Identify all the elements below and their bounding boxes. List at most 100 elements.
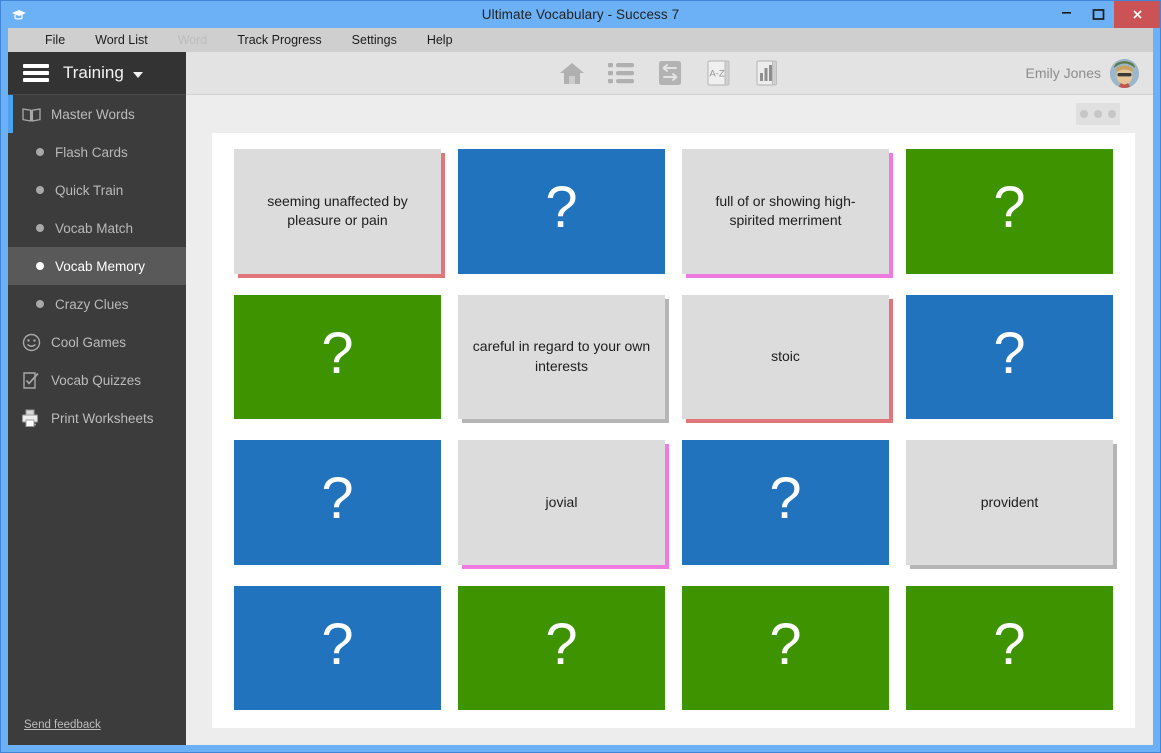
sidebar-item-label: Cool Games xyxy=(51,334,127,350)
minimize-button[interactable] xyxy=(1050,1,1082,28)
memory-card-face-down[interactable]: ? xyxy=(234,294,441,419)
memory-card-text: jovial xyxy=(545,493,578,510)
window-title: Ultimate Vocabulary - Success 7 xyxy=(481,7,680,22)
question-mark-icon: ? xyxy=(545,611,578,677)
menu-word: Word xyxy=(177,33,208,47)
panel-actions xyxy=(186,95,1153,133)
a-z-dictionary-icon[interactable]: A-Z xyxy=(706,60,732,87)
memory-card-text: stoic xyxy=(771,348,800,365)
bullet-icon xyxy=(36,224,44,232)
hamburger-icon[interactable] xyxy=(23,64,49,82)
memory-card-face-up[interactable]: careful in regard to your own interests xyxy=(458,294,665,419)
memory-card-face-down[interactable]: ? xyxy=(906,585,1113,710)
svg-text:A-Z: A-Z xyxy=(709,69,725,80)
memory-card-text: careful in regard to your own interests xyxy=(472,338,651,374)
question-mark-icon: ? xyxy=(321,320,354,386)
sidebar-item-label: Vocab Match xyxy=(55,220,134,236)
top-toolbar: A-Z Emily Jones xyxy=(186,52,1153,95)
sidebar-title: Training xyxy=(63,63,124,82)
menu-bar: File Word List Word Track Progress Setti… xyxy=(8,28,1153,52)
dot-icon xyxy=(1080,110,1088,118)
memory-card-face-down[interactable]: ? xyxy=(682,440,889,565)
window-controls xyxy=(1050,1,1160,28)
sidebar-nav: Master Words Flash Cards Quick Train Voc… xyxy=(8,95,186,719)
memory-card-face-up[interactable]: provident xyxy=(906,440,1113,565)
menu-help[interactable]: Help xyxy=(412,28,468,52)
memory-card-face-down[interactable]: ? xyxy=(906,149,1113,274)
sidebar-item-cool-games[interactable]: Cool Games xyxy=(8,323,186,361)
memory-card-face-down[interactable]: ? xyxy=(234,440,441,565)
avatar[interactable] xyxy=(1110,58,1139,88)
sidebar-item-label: Vocab Quizzes xyxy=(51,372,142,388)
memory-card-face-up[interactable]: seeming unaffected by pleasure or pain xyxy=(234,149,441,274)
sidebar-item-quick-train[interactable]: Quick Train xyxy=(8,171,186,209)
title-bar: Ultimate Vocabulary - Success 7 xyxy=(1,1,1160,28)
memory-card-face-down[interactable]: ? xyxy=(682,585,889,710)
app-window: Ultimate Vocabulary - Success 7 File Wor… xyxy=(0,0,1161,753)
sidebar-item-crazy-clues[interactable]: Crazy Clues xyxy=(8,285,186,323)
sidebar-item-label: Flash Cards xyxy=(55,144,128,160)
swap-arrows-icon[interactable] xyxy=(657,60,683,87)
memory-card-text: full of or showing high-spirited merrime… xyxy=(715,192,856,229)
bullet-icon xyxy=(36,186,44,194)
sidebar-item-flash-cards[interactable]: Flash Cards xyxy=(8,133,186,171)
sidebar-item-label: Quick Train xyxy=(55,182,124,198)
bullet-icon xyxy=(36,262,44,270)
maximize-button[interactable] xyxy=(1082,1,1114,28)
sidebar-item-label: Master Words xyxy=(51,106,135,122)
list-icon[interactable] xyxy=(607,60,634,87)
memory-card-face-up[interactable]: jovial xyxy=(458,440,665,565)
menu-file[interactable]: File xyxy=(30,28,80,52)
checklist-icon xyxy=(20,371,42,390)
more-options-button[interactable] xyxy=(1076,103,1120,125)
close-button[interactable] xyxy=(1114,1,1160,28)
bullet-icon xyxy=(36,148,44,156)
user-profile[interactable]: Emily Jones xyxy=(1025,58,1139,88)
memory-card-face-down[interactable]: ? xyxy=(458,149,665,274)
send-feedback-link[interactable]: Send feedback xyxy=(8,719,186,745)
dot-icon xyxy=(1094,110,1102,118)
memory-card-face-up[interactable]: stoic xyxy=(682,294,889,419)
sidebar-item-master-words[interactable]: Master Words xyxy=(8,95,186,133)
question-mark-icon: ? xyxy=(993,611,1026,677)
sidebar-item-vocab-memory[interactable]: Vocab Memory xyxy=(8,247,186,285)
toolbar-icons: A-Z xyxy=(186,60,1153,87)
sidebar-header[interactable]: Training xyxy=(8,52,186,95)
book-icon xyxy=(20,107,42,122)
app-body: Training Master Words Flash Cards Quick … xyxy=(8,52,1153,745)
bullet-icon xyxy=(36,300,44,308)
question-mark-icon: ? xyxy=(769,611,802,677)
sidebar-item-print-worksheets[interactable]: Print Worksheets xyxy=(8,399,186,437)
sidebar-item-vocab-match[interactable]: Vocab Match xyxy=(8,209,186,247)
question-mark-icon: ? xyxy=(321,466,354,532)
smiley-icon xyxy=(20,333,42,352)
chevron-down-icon[interactable] xyxy=(132,72,143,78)
question-mark-icon: ? xyxy=(545,175,578,241)
user-name: Emily Jones xyxy=(1025,65,1101,81)
question-mark-icon: ? xyxy=(321,611,354,677)
memory-card-text: seeming unaffected by pleasure or pain xyxy=(267,192,408,229)
menu-word-list[interactable]: Word List xyxy=(80,28,163,52)
menu-track-progress[interactable]: Track Progress xyxy=(222,28,336,52)
memory-card-face-down[interactable]: ? xyxy=(906,294,1113,419)
memory-card-face-down[interactable]: ? xyxy=(458,585,665,710)
main-content: A-Z Emily Jones seeming unaffected by pl… xyxy=(186,52,1153,745)
graduation-cap-icon xyxy=(11,7,27,23)
printer-icon xyxy=(20,409,42,428)
sidebar: Training Master Words Flash Cards Quick … xyxy=(8,52,186,745)
bar-chart-icon[interactable] xyxy=(755,60,781,87)
dot-icon xyxy=(1108,110,1116,118)
question-mark-icon: ? xyxy=(993,320,1026,386)
card-panel-wrap: seeming unaffected by pleasure or pain? f… xyxy=(186,133,1153,745)
memory-card-face-up[interactable]: full of or showing high-spirited merrime… xyxy=(682,149,889,274)
sidebar-item-label: Vocab Memory xyxy=(55,258,146,274)
memory-card-face-down[interactable]: ? xyxy=(234,585,441,710)
memory-card-text: provident xyxy=(980,493,1039,510)
menu-settings[interactable]: Settings xyxy=(337,28,412,52)
sidebar-item-vocab-quizzes[interactable]: Vocab Quizzes xyxy=(8,361,186,399)
home-icon[interactable] xyxy=(559,60,585,87)
question-mark-icon: ? xyxy=(993,175,1026,241)
memory-card-grid: seeming unaffected by pleasure or pain? f… xyxy=(212,133,1135,728)
question-mark-icon: ? xyxy=(769,466,802,532)
sidebar-item-label: Print Worksheets xyxy=(51,410,154,426)
